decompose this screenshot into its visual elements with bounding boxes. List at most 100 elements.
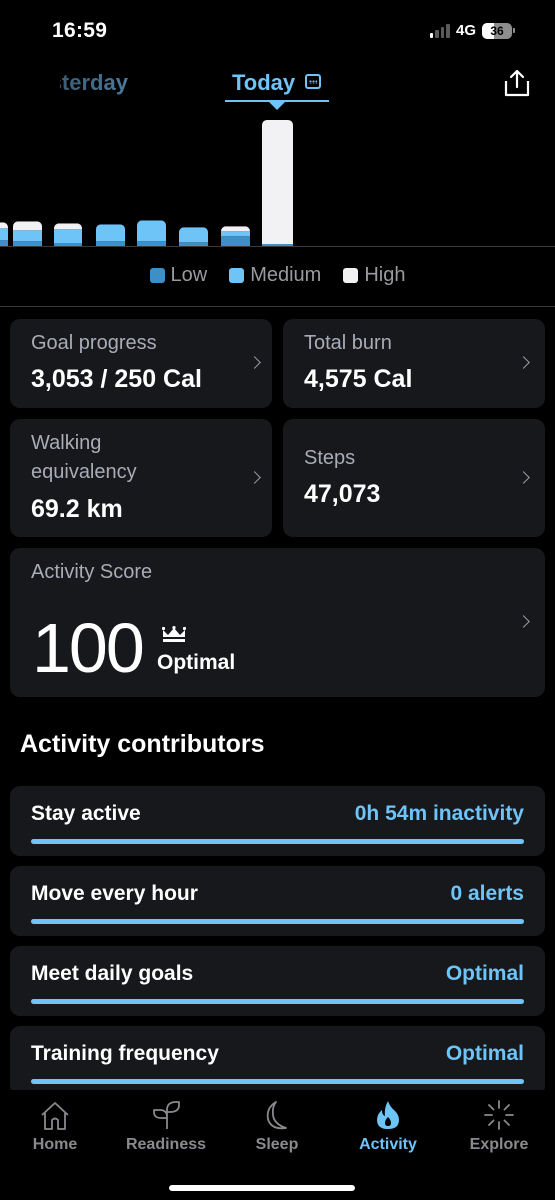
bar-segment-medium (13, 230, 42, 242)
contributor-progress (31, 1079, 524, 1084)
contributor-progress (31, 999, 524, 1004)
tab-activity[interactable]: Activity (338, 1098, 438, 1154)
walking-equivalency-card[interactable]: Walking equivalency 69.2 km (10, 419, 272, 537)
legend-label: Medium (250, 264, 322, 286)
bar-segment-medium (0, 228, 8, 241)
total-burn-card[interactable]: Total burn 4,575 Cal (283, 319, 545, 408)
card-value: 4,575 Cal (304, 365, 413, 393)
bottom-tab-bar: Home Readiness Sleep Activity Explore (0, 1090, 555, 1200)
chevron-right-icon (517, 471, 530, 484)
card-label: Activity Score (31, 561, 153, 583)
crown-icon (162, 626, 186, 642)
legend-item-medium: Medium (229, 264, 321, 287)
tab-sleep[interactable]: Sleep (227, 1098, 327, 1154)
tab-label: Explore (469, 1136, 529, 1153)
legend-item-low: Low (149, 264, 207, 287)
bar-d5[interactable] (137, 220, 166, 246)
battery-level: 36 (482, 22, 512, 39)
chart-svg (0, 119, 293, 246)
sparkle-icon (484, 1100, 514, 1130)
contributor-progress (31, 839, 524, 844)
contributor-value: Optimal (445, 1042, 524, 1065)
goal-progress-card[interactable]: Goal progress 3,053 / 250 Cal (10, 319, 272, 408)
contributor-value: 0h 54m inactivity (354, 802, 524, 825)
status-bar: 16:59 4G 36 (0, 0, 555, 60)
contributor-value: Optimal (445, 962, 524, 985)
contributor-label: Meet daily goals (31, 962, 194, 985)
bar-segment-medium (96, 224, 125, 242)
chevron-right-icon (248, 471, 261, 484)
bar-d7[interactable] (221, 226, 250, 246)
network-type: 4G (455, 22, 476, 39)
bar-segment-medium (221, 231, 250, 237)
score-status: Optimal (157, 651, 236, 674)
bar-d3[interactable] (54, 223, 82, 246)
bar-segment-medium (54, 229, 82, 244)
score-value: 100 (32, 609, 145, 687)
contributor-label: Training frequency (31, 1042, 219, 1065)
card-label: equivalency (31, 461, 137, 483)
bar-segment-high (0, 222, 8, 229)
tab-yesterday[interactable]: Yesterday (60, 70, 128, 96)
bar-segment-high (262, 119, 293, 245)
card-label: Goal progress (31, 332, 157, 354)
card-value: 69.2 km (31, 495, 123, 523)
legend-label: High (364, 264, 406, 286)
bar-segment-low (221, 236, 250, 246)
tab-explore[interactable]: Explore (449, 1098, 549, 1154)
contributor-label: Stay active (31, 802, 141, 825)
legend-swatch-low (149, 268, 165, 283)
card-label: Walking (31, 432, 102, 454)
chart-baseline (0, 246, 555, 247)
bar-segment-high (54, 223, 82, 230)
contributor-stay-active[interactable]: Stay active 0h 54m inactivity (10, 786, 545, 856)
bar-d4[interactable] (96, 224, 125, 246)
card-label: Total burn (304, 332, 392, 354)
status-indicators: 4G 36 (429, 22, 515, 39)
card-value: 3,053 / 250 Cal (31, 365, 202, 393)
bar-d2[interactable] (13, 221, 42, 246)
today-label: Today (232, 70, 296, 95)
activity-score-card[interactable]: Activity Score 100 Optimal (10, 548, 545, 697)
sprout-icon (153, 1101, 180, 1129)
legend-item-high: High (343, 264, 405, 287)
bar-d1[interactable] (0, 222, 8, 246)
bar-d6[interactable] (179, 227, 208, 246)
contributor-progress (31, 919, 524, 924)
contributor-training-frequency[interactable]: Training frequency Optimal (10, 1026, 545, 1096)
legend-swatch-medium (229, 268, 245, 283)
card-value: 47,073 (304, 480, 381, 508)
tab-label: Sleep (255, 1136, 299, 1153)
bar-today[interactable] (262, 119, 293, 246)
tab-home[interactable]: Home (5, 1098, 105, 1154)
flame-icon (377, 1101, 399, 1129)
status-time: 16:59 (52, 19, 108, 42)
activity-chart (0, 108, 555, 248)
chevron-right-icon (517, 615, 530, 628)
share-icon[interactable] (503, 68, 531, 98)
tab-label: Activity (359, 1136, 417, 1153)
contributor-value: 0 alerts (450, 882, 524, 905)
home-indicator[interactable] (169, 1185, 355, 1191)
signal-icon (429, 23, 450, 38)
bar-segment-high (221, 226, 250, 232)
moon-icon (266, 1101, 287, 1130)
calendar-icon[interactable] (305, 74, 321, 89)
contributor-move-every-hour[interactable]: Move every hour 0 alerts (10, 866, 545, 936)
tab-label: Readiness (125, 1136, 207, 1153)
steps-card[interactable]: Steps 47,073 (283, 419, 545, 537)
tab-readiness[interactable]: Readiness (116, 1098, 216, 1154)
card-label: Steps (304, 447, 356, 469)
chevron-right-icon (248, 356, 261, 369)
chart-legend: Low Medium High (0, 264, 555, 287)
bar-segment-medium (179, 227, 208, 243)
chevron-right-icon (517, 356, 530, 369)
home-icon (41, 1102, 69, 1130)
tab-today[interactable]: Today (225, 62, 329, 110)
legend-swatch-high (343, 268, 359, 283)
section-title: Activity contributors (20, 730, 265, 758)
battery-icon: 36 (482, 22, 515, 39)
tab-label: Home (32, 1136, 78, 1153)
contributor-meet-daily-goals[interactable]: Meet daily goals Optimal (10, 946, 545, 1016)
bar-segment-medium (137, 220, 166, 242)
